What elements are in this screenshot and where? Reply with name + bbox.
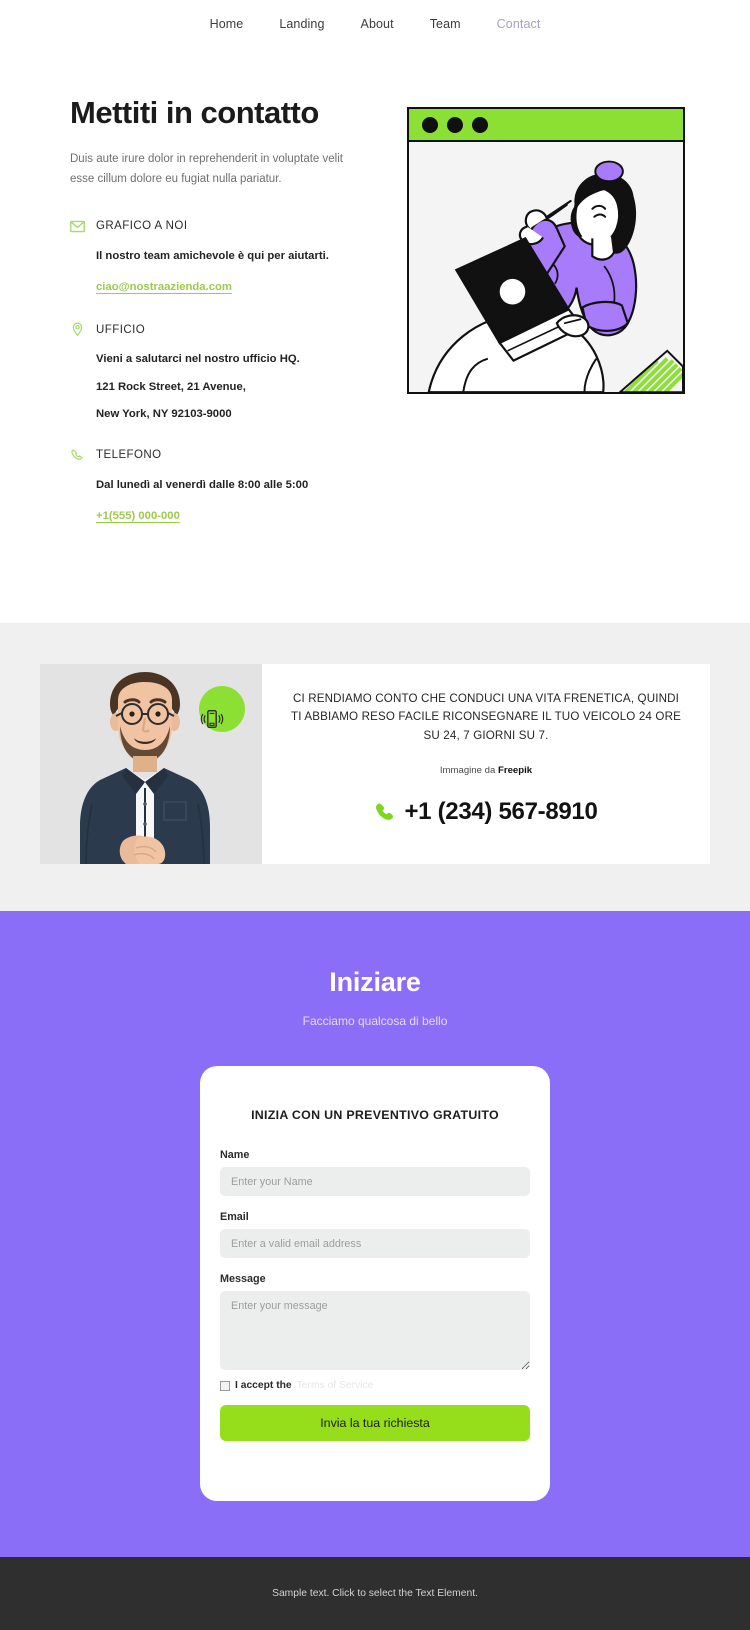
nav-link-home[interactable]: Home: [192, 11, 262, 37]
contact-header: UFFICIO: [70, 322, 370, 337]
form-section-subtitle: Facciamo qualcosa di bello: [302, 1014, 448, 1028]
contact-label-phone: TELEFONO: [96, 449, 162, 462]
contact-label-office: UFFICIO: [96, 323, 146, 336]
main-navigation: Home Landing About Team Contact: [0, 0, 750, 47]
email-link[interactable]: ciao@nostraazienda.com: [96, 281, 232, 293]
terms-checkbox[interactable]: [220, 1380, 230, 1391]
contact-block-office: UFFICIO Vieni a salutarci nel nostro uff…: [70, 322, 370, 420]
nav-link-about[interactable]: About: [343, 11, 412, 37]
contact-block-email: GRAFICO A NOI Il nostro team amichevole …: [70, 219, 370, 295]
email-input[interactable]: [220, 1229, 530, 1258]
hero-left-column: Mettiti in contatto Duis aute irure dolo…: [40, 95, 370, 551]
window-dot-icon: [472, 116, 488, 133]
banner-phone-number: +1 (234) 567-8910: [404, 797, 598, 825]
phone-icon: [70, 448, 85, 463]
banner-phone-link[interactable]: +1 (234) 567-8910: [374, 797, 598, 826]
map-pin-icon: [70, 322, 85, 337]
contact-text-line: 121 Rock Street, 21 Avenue,: [96, 380, 246, 393]
contact-text-line: Il nostro team amichevole è qui per aiut…: [96, 249, 329, 262]
terms-accept-row: I accept the Terms of Service: [220, 1380, 530, 1391]
contact-text-line: Dal lunedì al venerdì dalle 8:00 alle 5:…: [96, 478, 309, 491]
page-title: Mettiti in contatto: [70, 95, 319, 130]
nav-link-landing[interactable]: Landing: [261, 11, 342, 37]
bearded-man-in-navy-shirt-photo: [40, 664, 262, 864]
form-section-title: Iniziare: [329, 967, 421, 997]
email-field-label: Email: [220, 1211, 249, 1223]
banner-content: CI RENDIAMO CONTO CHE CONDUCI UNA VITA F…: [262, 664, 710, 864]
banner-headline: CI RENDIAMO CONTO CHE CONDUCI UNA VITA F…: [291, 692, 681, 742]
submit-request-button[interactable]: Invia la tua richiesta: [220, 1405, 530, 1441]
page-root: Home Landing About Team Contact Mettiti …: [0, 0, 750, 1630]
name-input[interactable]: [220, 1167, 530, 1196]
message-textarea[interactable]: [220, 1291, 530, 1370]
hero-subtitle: Duis aute irure dolor in reprehenderit i…: [70, 152, 343, 185]
nav-link-team[interactable]: Team: [412, 11, 479, 37]
message-field-label: Message: [220, 1273, 266, 1285]
window-dot-icon: [422, 116, 438, 133]
terms-accept-text: I accept the: [235, 1380, 292, 1391]
contact-body-office: Vieni a salutarci nel nostro ufficio HQ.…: [70, 353, 370, 420]
hero-right-column: [407, 107, 710, 394]
window-dot-icon: [447, 116, 463, 133]
contact-form-section: Iniziare Facciamo qualcosa di bello INIZ…: [0, 911, 750, 1557]
hero-section: Mettiti in contatto Duis aute irure dolo…: [0, 47, 750, 623]
phone-icon: [374, 801, 395, 822]
envelope-icon: [70, 219, 85, 234]
form-card-title: INIZIA CON UN PREVENTIVO GRATUITO: [251, 1108, 499, 1122]
person-with-laptop-illustration: [407, 107, 685, 394]
contact-body-email: Il nostro team amichevole è qui per aiut…: [70, 250, 370, 295]
contact-block-phone: TELEFONO Dal lunedì al venerdì dalle 8:0…: [70, 448, 370, 524]
image-credit: Immagine da Freepik: [440, 765, 532, 776]
image-credit-source[interactable]: Freepik: [498, 765, 532, 776]
phone-link[interactable]: +1(555) 000-000: [96, 510, 180, 522]
contact-header: TELEFONO: [70, 448, 370, 463]
info-banner: CI RENDIAMO CONTO CHE CONDUCI UNA VITA F…: [40, 664, 710, 864]
contact-text-line: New York, NY 92103-9000: [96, 408, 232, 421]
contact-header: GRAFICO A NOI: [70, 219, 370, 234]
terms-of-service-link[interactable]: Terms of Service: [297, 1380, 374, 1391]
quote-form-card: INIZIA CON UN PREVENTIVO GRATUITO Name E…: [200, 1066, 550, 1501]
contact-body-phone: Dal lunedì al venerdì dalle 8:00 alle 5:…: [70, 479, 370, 524]
contact-label-email: GRAFICO A NOI: [96, 220, 188, 233]
name-field-label: Name: [220, 1149, 250, 1161]
contact-text-line: Vieni a salutarci nel nostro ufficio HQ.: [96, 353, 300, 366]
vibrating-phone-icon: [199, 686, 245, 732]
image-credit-prefix: Immagine da: [439, 764, 498, 776]
footer-text[interactable]: Sample text. Click to select the Text El…: [272, 1588, 478, 1599]
page-footer: Sample text. Click to select the Text El…: [0, 1557, 750, 1630]
info-banner-section: CI RENDIAMO CONTO CHE CONDUCI UNA VITA F…: [0, 623, 750, 911]
illustration-window-bar: [409, 109, 683, 142]
nav-link-contact[interactable]: Contact: [479, 11, 559, 37]
illustration-canvas: [409, 142, 683, 392]
